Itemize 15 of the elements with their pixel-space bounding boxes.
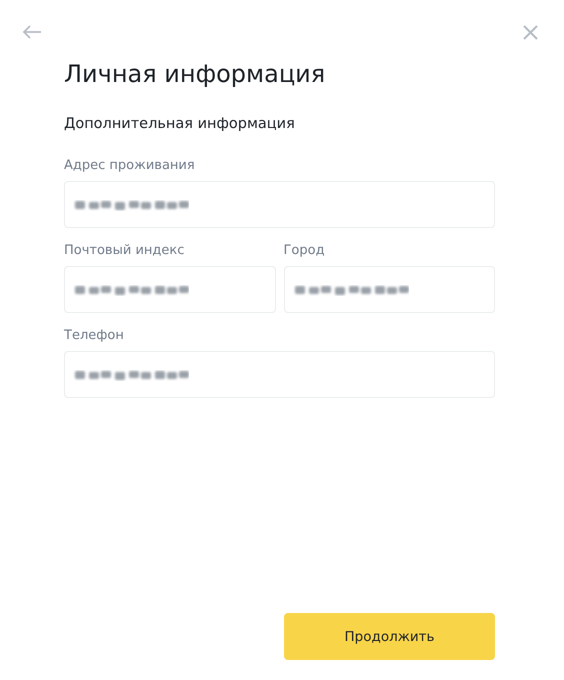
page-title: Личная информация [64,59,326,90]
field-label: Телефон [64,327,125,345]
input-field[interactable] [64,266,276,313]
input-field[interactable] [64,181,495,228]
close-icon [523,24,538,40]
continue-button[interactable]: Продолжить [284,613,495,660]
field-label: Адрес проживания [64,157,196,175]
field-label: Почтовый индекс [64,242,186,260]
arrow-left-icon [22,25,42,39]
back-button[interactable] [22,25,42,39]
section-title: Дополнительная информация [64,115,296,134]
input-field[interactable] [64,351,495,398]
close-button[interactable] [523,24,538,40]
field-label: Город [284,242,326,260]
input-field[interactable] [284,266,495,313]
